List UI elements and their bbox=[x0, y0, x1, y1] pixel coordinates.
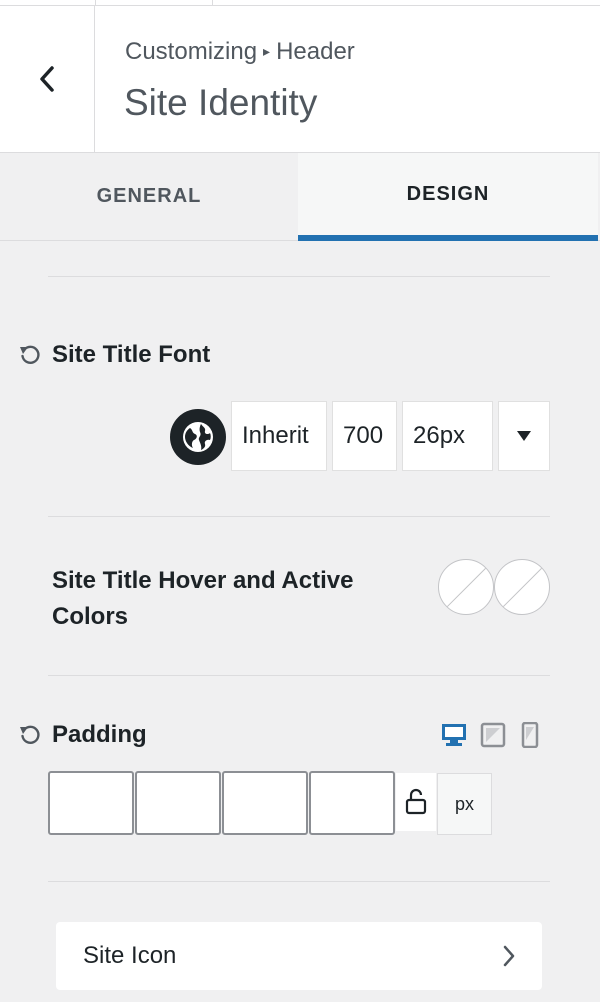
font-weight-select[interactable]: 700 bbox=[332, 401, 397, 471]
hover-color-swatch[interactable] bbox=[438, 559, 494, 615]
tab-bar: GENERAL DESIGN bbox=[0, 153, 600, 241]
padding-bottom-input[interactable] bbox=[222, 771, 308, 835]
site-icon-label: Site Icon bbox=[83, 942, 177, 969]
unlock-icon bbox=[405, 788, 427, 815]
section-divider bbox=[48, 881, 550, 882]
section-divider bbox=[48, 276, 550, 277]
tablet-icon[interactable] bbox=[480, 722, 506, 748]
padding-link-toggle[interactable] bbox=[396, 773, 436, 831]
chevron-right-icon bbox=[503, 945, 515, 967]
breadcrumb: Customizing ▸ Header bbox=[125, 38, 355, 66]
padding-label: Padding bbox=[52, 721, 147, 748]
tab-general[interactable]: GENERAL bbox=[0, 153, 298, 240]
hover-colors-label-line1: Site Title Hover and Active bbox=[52, 567, 354, 594]
breadcrumb-child: Header bbox=[276, 38, 355, 65]
section-divider bbox=[48, 516, 550, 517]
section-divider bbox=[48, 675, 550, 676]
back-button[interactable] bbox=[0, 6, 95, 152]
customizer-header: Customizing ▸ Header Site Identity bbox=[0, 6, 600, 153]
hover-colors-label-line2: Colors bbox=[52, 603, 129, 630]
padding-right-input[interactable] bbox=[135, 771, 221, 835]
mobile-icon[interactable] bbox=[517, 722, 543, 748]
font-options-toggle[interactable] bbox=[498, 401, 550, 471]
padding-top-input[interactable] bbox=[48, 771, 134, 835]
tab-design[interactable]: DESIGN bbox=[298, 153, 598, 241]
font-family-select[interactable]: Inherit bbox=[231, 401, 327, 471]
breadcrumb-parent: Customizing bbox=[125, 38, 258, 65]
padding-left-input[interactable] bbox=[309, 771, 395, 835]
hover-colors-label: Site Title Hover and Active Colors bbox=[52, 563, 353, 635]
font-size-input[interactable]: 26px bbox=[402, 401, 493, 471]
page-title: Site Identity bbox=[124, 82, 318, 123]
active-color-swatch[interactable] bbox=[494, 559, 550, 615]
chevron-left-icon bbox=[40, 66, 54, 92]
breadcrumb-arrow: ▸ bbox=[263, 43, 271, 59]
padding-unit-select[interactable]: px bbox=[437, 773, 492, 835]
globe-icon bbox=[183, 422, 213, 452]
site-title-font-label: Site Title Font bbox=[52, 341, 211, 368]
font-globe-button[interactable] bbox=[170, 409, 226, 465]
caret-down-icon bbox=[517, 431, 531, 441]
desktop-icon[interactable] bbox=[441, 722, 467, 748]
site-icon-section-button[interactable]: Site Icon bbox=[56, 922, 542, 990]
reset-icon[interactable] bbox=[19, 724, 41, 746]
reset-icon[interactable] bbox=[19, 344, 41, 366]
